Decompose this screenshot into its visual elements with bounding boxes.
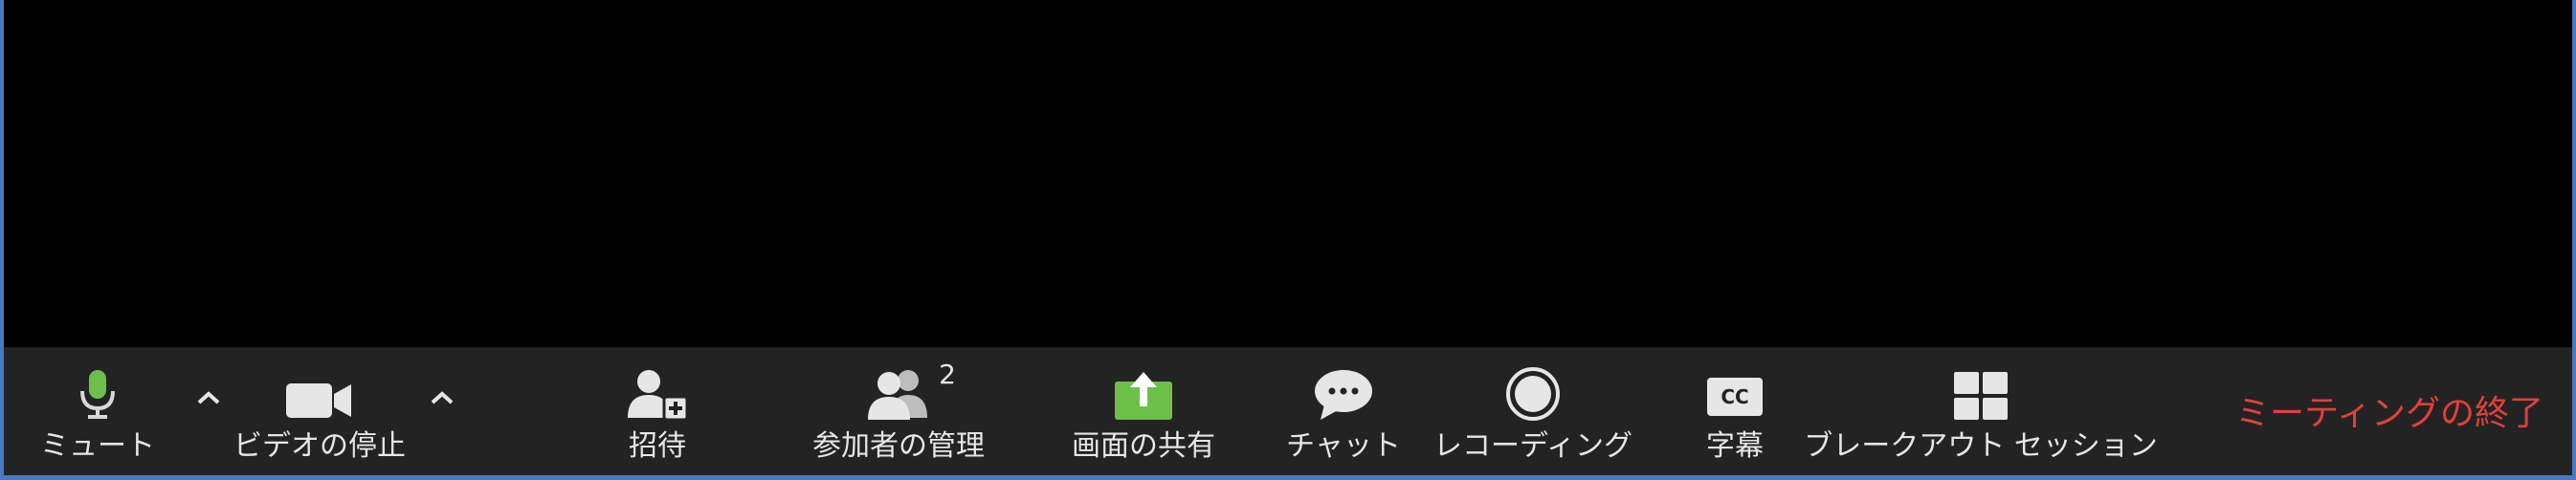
captions-label: 字幕: [1706, 429, 1764, 463]
record-label: レコーディング: [1433, 429, 1632, 463]
manage-participants-label: 参加者の管理: [812, 429, 985, 463]
add-user-icon: [626, 347, 689, 425]
record-button[interactable]: レコーディング: [1433, 347, 1632, 475]
participant-count: 2: [939, 359, 956, 390]
video-camera-icon: [284, 347, 355, 425]
share-screen-icon: [1113, 347, 1174, 425]
invite-button[interactable]: 招待: [605, 347, 710, 475]
meeting-toolbar: ミュート ビデオの停止 招待 2 参加者の管理 画面の共有 チャット レコーディ…: [4, 347, 2572, 475]
mute-button[interactable]: ミュート: [40, 347, 155, 475]
chat-button[interactable]: チャット: [1286, 347, 1401, 475]
chat-bubble-icon: [1313, 347, 1374, 425]
end-meeting-button[interactable]: ミーティングの終了: [2235, 385, 2543, 435]
video-options-chevron-up-icon[interactable]: [421, 379, 463, 417]
manage-participants-button[interactable]: 2 参加者の管理: [798, 347, 999, 475]
stop-video-button[interactable]: ビデオの停止: [224, 347, 415, 475]
share-screen-label: 画面の共有: [1072, 429, 1215, 463]
microphone-icon: [78, 347, 117, 425]
breakout-rooms-button[interactable]: ブレークアウト セッション: [1804, 347, 2158, 475]
breakout-rooms-icon: [1952, 347, 2010, 425]
closed-caption-icon: CC: [1707, 347, 1763, 425]
meeting-window: ミュート ビデオの停止 招待 2 参加者の管理 画面の共有 チャット レコーディ…: [4, 0, 2572, 475]
record-icon: [1505, 347, 1561, 425]
stop-video-label: ビデオの停止: [233, 429, 406, 463]
breakout-rooms-label: ブレークアウト セッション: [1804, 429, 2158, 463]
chat-label: チャット: [1286, 429, 1401, 463]
share-screen-button[interactable]: 画面の共有: [1062, 347, 1225, 475]
invite-label: 招待: [629, 429, 686, 463]
video-area: [4, 0, 2572, 347]
participants-icon: 2: [866, 347, 956, 425]
cc-icon-text: CC: [1721, 385, 1749, 408]
captions-button[interactable]: CC 字幕: [1692, 347, 1778, 475]
mute-label: ミュート: [40, 429, 155, 463]
